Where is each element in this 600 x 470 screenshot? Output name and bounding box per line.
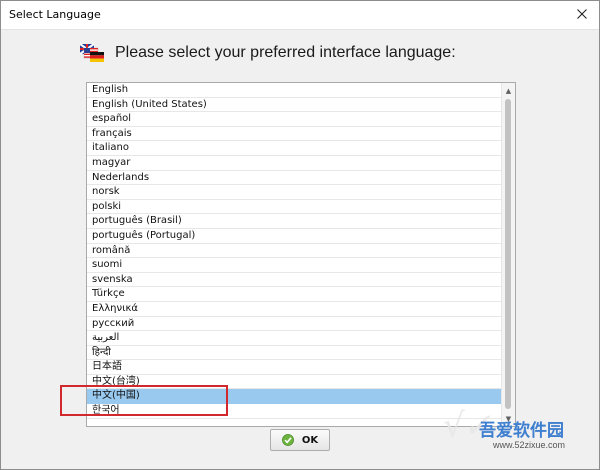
language-flags-icon [79, 42, 105, 64]
close-icon [577, 9, 587, 19]
language-item[interactable]: العربية [87, 331, 501, 346]
language-item[interactable]: Ελληνικά [87, 302, 501, 317]
dialog-header: Please select your preferred interface l… [79, 41, 456, 65]
language-item[interactable]: português (Brasil) [87, 214, 501, 229]
language-item[interactable]: español [87, 112, 501, 127]
title-bar: Select Language [1, 1, 599, 30]
language-item[interactable]: हिन्दी [87, 346, 501, 361]
language-item[interactable]: 中文(中国) [87, 389, 501, 405]
close-button[interactable] [569, 3, 595, 25]
language-list: English English (United States) español fra… [87, 83, 501, 419]
language-item[interactable]: română [87, 244, 501, 259]
language-item[interactable]: français [87, 127, 501, 142]
language-item[interactable]: English [87, 83, 501, 98]
language-item[interactable]: svenska [87, 273, 501, 288]
ok-button[interactable]: OK [270, 429, 330, 451]
scroll-up-arrow-icon[interactable]: ▲ [502, 84, 515, 97]
language-item[interactable]: suomi [87, 258, 501, 273]
checkmark-icon [281, 434, 294, 446]
language-listbox[interactable]: English English (United States) español fra… [86, 82, 516, 427]
language-item[interactable]: 한국어 [87, 404, 501, 419]
language-item[interactable]: русский [87, 317, 501, 332]
language-item[interactable]: norsk [87, 185, 501, 200]
scroll-down-arrow-icon[interactable]: ▼ [502, 412, 515, 425]
watermark-url: www.52zixue.com [493, 440, 566, 450]
language-item[interactable]: português (Portugal) [87, 229, 501, 244]
language-item[interactable]: Türkçe [87, 287, 501, 302]
select-language-dialog: Select Language Please select your prefe… [0, 0, 600, 470]
language-item[interactable]: Nederlands [87, 171, 501, 186]
language-item[interactable]: italiano [87, 141, 501, 156]
ok-button-label: OK [301, 434, 319, 446]
header-text: Please select your preferred interface l… [115, 44, 456, 61]
scroll-thumb[interactable] [505, 99, 511, 409]
language-item[interactable]: English (United States) [87, 98, 501, 113]
language-item[interactable]: 中文(台湾) [87, 375, 501, 390]
language-item[interactable]: 日本語 [87, 360, 501, 375]
vertical-scrollbar[interactable]: ▲ ▼ [501, 83, 515, 426]
window-title: Select Language [9, 8, 101, 21]
language-item[interactable]: magyar [87, 156, 501, 171]
language-item[interactable]: polski [87, 200, 501, 215]
